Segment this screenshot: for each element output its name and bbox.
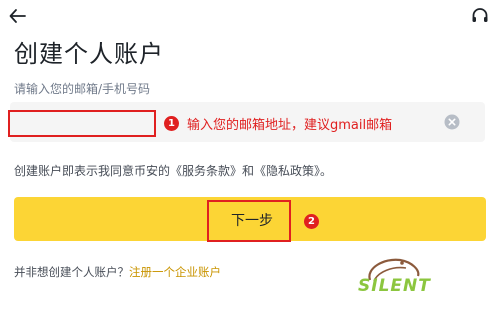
terms-text: 创建账户即表示我同意币安的《服务条款》和《隐私政策》。: [14, 164, 333, 178]
annotation-email-hint: 输入您的邮箱地址，建议gmail邮箱: [187, 118, 393, 133]
highlight-box-email: [8, 110, 156, 137]
clear-input-icon[interactable]: [444, 114, 460, 130]
headset-icon[interactable]: [470, 6, 490, 26]
enterprise-register-link[interactable]: 注册一个企业账户: [129, 265, 221, 279]
page-title: 创建个人账户: [14, 40, 164, 68]
back-arrow-icon[interactable]: [8, 6, 28, 26]
enterprise-line: 并非想创建个人账户？注册一个企业账户: [14, 264, 221, 280]
highlight-box-next: [207, 200, 291, 242]
step-badge-1: 1: [164, 116, 179, 131]
email-field-label: 请输入您的邮箱/手机号码: [14, 82, 151, 96]
step-badge-2: 2: [304, 214, 319, 229]
watermark-text: SILENT: [358, 276, 431, 296]
enterprise-prompt: 并非想创建个人账户？: [14, 265, 129, 279]
